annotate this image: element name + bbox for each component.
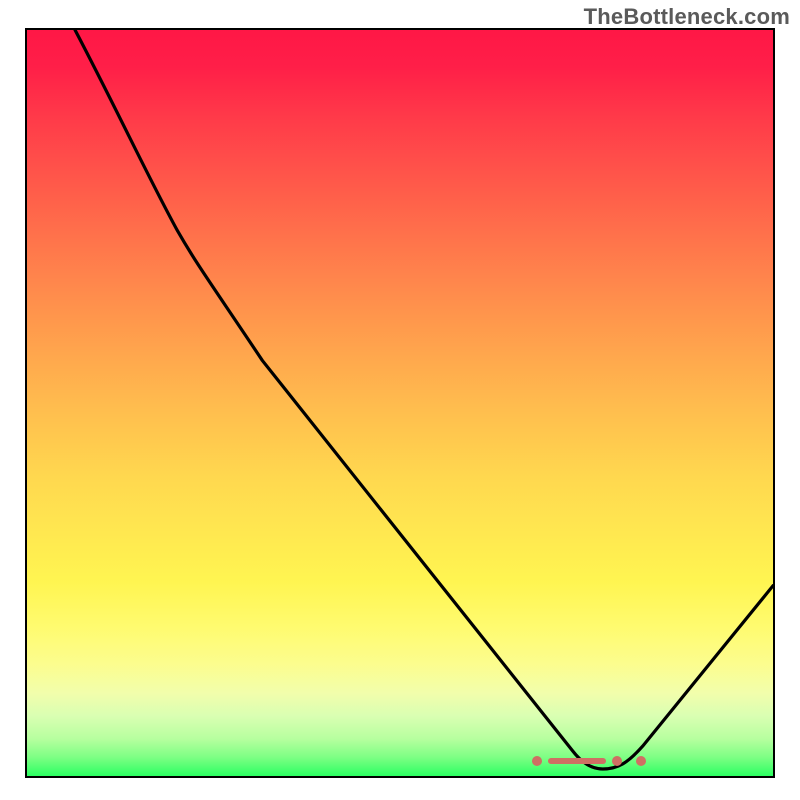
chart-container: TheBottleneck.com <box>0 0 800 800</box>
optimum-marker <box>532 756 646 766</box>
marker-dot <box>636 756 646 766</box>
marker-bar <box>548 758 606 764</box>
marker-dot <box>532 756 542 766</box>
watermark-text: TheBottleneck.com <box>584 4 790 30</box>
bottleneck-curve <box>27 30 773 776</box>
plot-area <box>25 28 775 778</box>
marker-dot <box>612 756 622 766</box>
